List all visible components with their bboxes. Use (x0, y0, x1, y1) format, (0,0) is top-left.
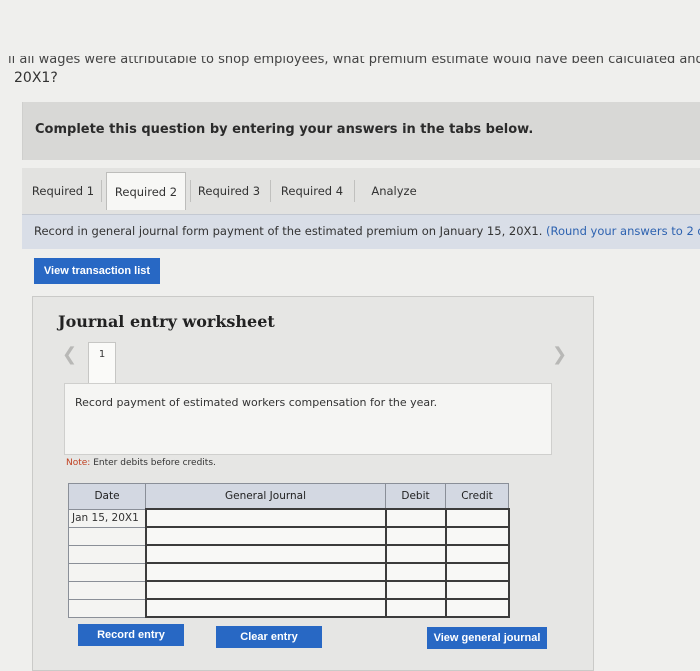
credit-input[interactable] (444, 580, 510, 600)
clear-entry-button[interactable]: Clear entry (216, 626, 322, 648)
debit-input[interactable] (384, 580, 447, 600)
debit-input[interactable] (384, 562, 447, 582)
view-general-journal-button[interactable]: View general journal (427, 627, 547, 649)
tab-divider (101, 180, 102, 202)
account-input[interactable] (144, 580, 387, 600)
view-transaction-list-button[interactable]: View transaction list (34, 258, 160, 284)
entry-description-box: Record payment of estimated workers comp… (64, 383, 552, 455)
col-header-general-journal: General Journal (145, 483, 386, 510)
table-row (68, 526, 510, 546)
col-header-date: Date (68, 483, 146, 510)
date-cell (68, 526, 146, 546)
date-cell (68, 580, 146, 600)
note-text: Note: Enter debits before credits. (66, 458, 216, 468)
chevron-right-icon[interactable]: ❯ (552, 344, 567, 365)
table-row (68, 580, 510, 600)
debit-input[interactable] (384, 508, 447, 528)
instruction-bar: Complete this question by entering your … (22, 102, 700, 160)
requirement-hint: (Round your answers to 2 de (546, 224, 700, 238)
tab-required-3[interactable]: Required 3 (192, 172, 266, 210)
account-input[interactable] (144, 598, 387, 618)
debit-input[interactable] (384, 598, 447, 618)
credit-input[interactable] (444, 508, 510, 528)
date-cell: Jan 15, 20X1 (68, 508, 146, 528)
requirement-text: Record in general journal form payment o… (34, 224, 700, 238)
worksheet-page-tab[interactable]: 1 (88, 342, 116, 384)
account-input[interactable] (144, 544, 387, 564)
credit-input[interactable] (444, 562, 510, 582)
tab-required-1[interactable]: Required 1 (28, 172, 98, 210)
account-input[interactable] (144, 562, 387, 582)
question-text-end: 20X1? (14, 70, 58, 86)
tab-analyze[interactable]: Analyze (358, 172, 430, 210)
journal-table: Date General Journal Debit Credit Jan 15… (68, 483, 510, 618)
date-cell (68, 562, 146, 582)
credit-input[interactable] (444, 598, 510, 618)
tab-required-2[interactable]: Required 2 (106, 172, 186, 210)
tab-divider (354, 180, 355, 202)
date-cell (68, 544, 146, 564)
question-text-clipped: ll all wages were attributable to shop e… (8, 56, 700, 66)
col-header-debit: Debit (385, 483, 446, 510)
table-row (68, 544, 510, 564)
table-row (68, 598, 510, 618)
account-input[interactable] (144, 508, 387, 528)
debit-input[interactable] (384, 526, 447, 546)
tab-divider (270, 180, 271, 202)
account-input[interactable] (144, 526, 387, 546)
note-label: Note: (66, 458, 91, 468)
table-row: Jan 15, 20X1 (68, 508, 510, 528)
tab-divider (190, 180, 191, 202)
entry-description: Record payment of estimated workers comp… (75, 396, 438, 409)
credit-input[interactable] (444, 544, 510, 564)
tab-required-4[interactable]: Required 4 (274, 172, 350, 210)
col-header-credit: Credit (445, 483, 509, 510)
record-entry-button[interactable]: Record entry (78, 624, 184, 646)
requirement-bar: Record in general journal form payment o… (22, 214, 700, 249)
debit-input[interactable] (384, 544, 447, 564)
credit-input[interactable] (444, 526, 510, 546)
chevron-left-icon[interactable]: ❮ (62, 344, 77, 365)
table-row (68, 562, 510, 582)
worksheet-title: Journal entry worksheet (58, 312, 275, 331)
note-body: Enter debits before credits. (93, 458, 216, 468)
instruction-text: Complete this question by entering your … (35, 122, 534, 137)
date-cell (68, 598, 146, 618)
